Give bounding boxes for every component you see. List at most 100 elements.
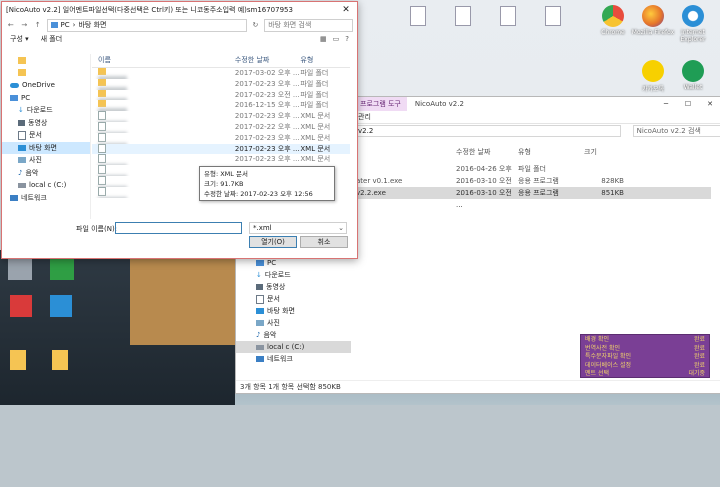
explorer-search-input[interactable]: NicoAuto v2.2 검색 [632,125,720,137]
maximize-icon[interactable]: ☐ [677,100,699,108]
column-date[interactable]: 수정한 날짜 [235,55,300,67]
column-size[interactable]: 크기 [584,147,624,159]
file-row[interactable]: 2017-02-22 오후 ... XML 문서 [92,121,350,133]
column-name[interactable]: 이름 [92,55,235,67]
file-row[interactable]: 2017-02-23 오후 ... 파일 폴더 [92,78,350,90]
open-button[interactable]: 열기(O) [249,236,297,248]
file-row[interactable]: 2017-02-23 오후 ...XML 문서 [92,132,350,144]
up-arrow-icon[interactable]: ↑ [33,21,43,29]
desktop-file-icon[interactable] [500,6,516,26]
nav-item-desktop[interactable]: 바탕 화면 [2,141,90,154]
nav-item-desktop[interactable]: 바탕 화면 [236,305,351,317]
column-type[interactable]: 유형 [518,147,584,159]
new-folder-button[interactable]: 새 폴더 [41,34,63,44]
nav-item-documents[interactable]: 문서 [2,129,90,142]
nav-item-folder[interactable] [2,54,90,67]
file-row[interactable]: 2017-02-23 오후 ...XML 문서 [92,154,350,166]
file-name-text [98,175,127,176]
desktop-shortcut-icon[interactable] [10,350,26,370]
file-type: 파일 폴더 [518,165,546,173]
close-icon[interactable]: ✕ [699,100,720,108]
desktop-shortcut-icon[interactable] [10,295,32,317]
nav-item-pictures[interactable]: 사진 [2,154,90,167]
explorer-path-input[interactable]: v2.2 [354,125,621,137]
back-arrow-icon[interactable]: ← [6,21,16,29]
file-open-dialog[interactable]: [NicoAuto v2.2] 일어멘트파일선택(다중선택은 Ctrl키) 또는… [1,1,358,259]
nav-item-pc[interactable]: PC [2,92,90,105]
file-row[interactable]: 2017-03-02 오후 ... 파일 폴더 [92,68,350,79]
file-name-text [98,142,127,144]
close-icon[interactable]: ✕ [335,5,357,15]
desktop-file-icon[interactable] [410,6,426,26]
folder-icon [18,56,26,64]
view-options-icon[interactable]: ▦ [320,35,327,43]
nav-item-local-c[interactable]: local c (C:) [2,179,90,192]
desktop-file-icon[interactable] [455,6,471,26]
file-name: ater v0.1.exe [356,177,403,185]
desktop-file-icon[interactable] [545,6,561,26]
ribbon-tab-program-tools[interactable]: 프로그램 도구 [354,97,407,111]
breadcrumb-pc[interactable]: PC [61,20,70,31]
organize-button[interactable]: 구성 ▾ [10,34,29,44]
desktop-shortcut-icon[interactable] [50,258,74,280]
nav-item-folder[interactable] [2,67,90,80]
cancel-button[interactable]: 취소 [300,236,348,248]
file-type: XML 문서 [300,133,331,142]
column-type[interactable]: 유형 [300,55,350,67]
nav-item-videos[interactable]: 동영상 [236,281,351,293]
search-input[interactable]: 바탕 화면 검색 [264,18,353,32]
ribbon-manage[interactable]: 관리 [358,112,371,122]
file-name-text [98,108,127,112]
column-date[interactable]: 수정한 날짜 [456,147,518,159]
xml-file-icon [98,175,106,185]
list-item[interactable]: 2016-04-26 오후 ... 파일 폴더 [356,163,711,185]
column-name[interactable] [356,147,456,159]
desktop-icon-wallet[interactable]: Wallet [670,60,716,91]
desktop-shortcut-icon[interactable] [52,350,68,370]
nav-item-music[interactable]: ♪ 음악 [236,329,351,341]
file-name [92,89,235,101]
file-type: 응용 프로그램 [518,189,559,197]
nav-item-onedrive[interactable]: OneDrive [2,79,90,92]
nav-label: 다운로드 [264,271,291,279]
breadcrumb-desktop[interactable]: 바탕 화면 [78,20,106,31]
desktop-shortcut-icon[interactable] [50,295,72,317]
file-size [584,163,624,175]
nav-item-network[interactable]: 네트워크 [236,353,351,365]
file-type-filter[interactable]: *.xml ⌄ [249,222,347,234]
nav-label: 음악 [25,168,39,177]
file-row-selected[interactable]: thread.xml2017-02-23 오후 ...XML 문서 [92,143,350,155]
dialog-address-bar: ← → ↑ PC › 바탕 화면 ↻ 바탕 화면 검색 [2,18,357,32]
explorer-title: NicoAuto v2.2 [414,100,464,108]
nav-item-network[interactable]: 네트워크 [2,192,90,205]
chevron-down-icon: ⌄ [338,224,344,232]
nav-item-videos[interactable]: 동영상 [2,117,90,130]
nav-item-downloads[interactable]: ↓ 다운로드 [236,269,351,281]
file-date: 2016-12-15 오후 ... [234,101,300,110]
preview-pane-icon[interactable]: ▭ [333,35,340,43]
forward-arrow-icon[interactable]: → [20,21,30,29]
ie-icon [682,5,704,27]
nav-label [32,67,50,80]
nav-item-music[interactable]: ♪ 음악 [2,167,90,180]
refresh-icon[interactable]: ↻ [251,21,261,29]
desktop-shortcut-icon[interactable] [8,258,32,280]
file-name-text [98,131,127,133]
file-date: 2017-02-23 오후 ... [234,133,300,142]
filename-input[interactable] [115,222,242,234]
tooltip-type: 유형: XML 문서 [204,170,248,178]
desktop-icon-ie[interactable]: Internet Explorer [670,5,716,43]
nav-item-pictures[interactable]: 사진 [236,317,351,329]
list-item-selected[interactable]: v2.2.exe 2016-03-10 오전 ... 응용 프로그램 851KB [356,187,711,209]
path-breadcrumb[interactable]: PC › 바탕 화면 [46,18,247,32]
help-icon[interactable]: ? [345,35,349,43]
minimize-icon[interactable]: ─ [655,100,677,108]
list-item[interactable]: ater v0.1.exe 2016-03-10 오전 ... 응용 프로그램 … [356,175,711,197]
nav-item-downloads[interactable]: ↓ 다운로드 [2,104,90,117]
file-row[interactable]: 2016-12-15 오후 ... 파일 폴더 [92,100,350,112]
file-row[interactable]: 2017-02-23 오전 ... 파일 폴더 [92,89,350,101]
dialog-titlebar[interactable]: [NicoAuto v2.2] 일어멘트파일선택(다중선택은 Ctrl키) 또는… [2,2,357,18]
file-row[interactable]: 2017-02-23 오후 ...XML 문서 [92,111,350,122]
nav-item-documents[interactable]: 문서 [236,293,351,305]
nav-item-local-c[interactable]: local c (C:) [236,341,351,353]
